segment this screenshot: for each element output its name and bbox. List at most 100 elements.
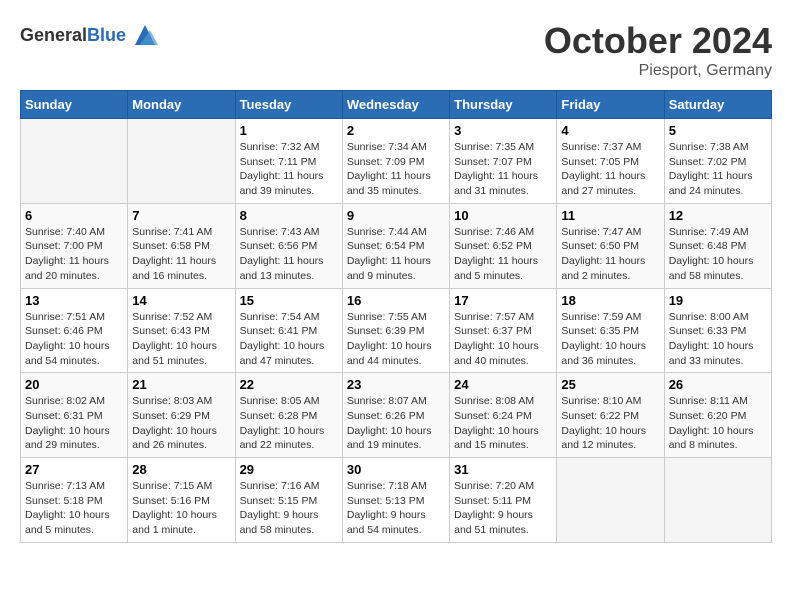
calendar-cell: 4 Sunrise: 7:37 AM Sunset: 7:05 PM Daylig…	[557, 119, 664, 204]
calendar-cell: 17Sunrise: 7:57 AM Sunset: 6:37 PM Dayli…	[450, 288, 557, 373]
page-header: GeneralBlue October 2024 Piesport, Germa…	[20, 20, 772, 80]
calendar-cell: 18 Sunrise: 7:59 AM Sunset: 6:35 PM Dayli…	[557, 288, 664, 373]
day-info: Sunrise: 7:34 AM Sunset: 7:09 PM Dayligh…	[347, 140, 445, 199]
day-info: Sunrise: 7:16 AM Sunset: 5:15 PM Dayligh…	[240, 479, 338, 538]
day-number: 26	[669, 377, 767, 392]
weekday-header: Sunday	[21, 91, 128, 119]
day-info: Sunrise: 7:38 AM Sunset: 7:02 PM Dayligh…	[669, 140, 767, 199]
day-number: 21	[132, 377, 230, 392]
calendar-week-row: 1Sunrise: 7:32 AM Sunset: 7:11 PM Daylig…	[21, 119, 772, 204]
month-title: October 2024	[544, 20, 772, 62]
calendar-cell: 25 Sunrise: 8:10 AM Sunset: 6:22 PM Dayli…	[557, 373, 664, 458]
day-number: 4	[561, 123, 659, 138]
calendar-cell: 19 Sunrise: 8:00 AM Sunset: 6:33 PM Dayli…	[664, 288, 771, 373]
day-info: Sunrise: 7:32 AM Sunset: 7:11 PM Dayligh…	[240, 140, 338, 199]
calendar-cell: 3Sunrise: 7:35 AM Sunset: 7:07 PM Daylig…	[450, 119, 557, 204]
day-info: Sunrise: 8:10 AM Sunset: 6:22 PM Dayligh…	[561, 394, 659, 453]
day-number: 25	[561, 377, 659, 392]
day-info: Sunrise: 7:49 AM Sunset: 6:48 PM Dayligh…	[669, 225, 767, 284]
calendar-week-row: 20Sunrise: 8:02 AM Sunset: 6:31 PM Dayli…	[21, 373, 772, 458]
day-info: Sunrise: 8:07 AM Sunset: 6:26 PM Dayligh…	[347, 394, 445, 453]
calendar-cell: 28 Sunrise: 7:15 AM Sunset: 5:16 PM Dayli…	[128, 458, 235, 543]
day-info: Sunrise: 8:00 AM Sunset: 6:33 PM Dayligh…	[669, 310, 767, 369]
day-number: 30	[347, 462, 445, 477]
weekday-header: Wednesday	[342, 91, 449, 119]
day-number: 16	[347, 293, 445, 308]
day-number: 5	[669, 123, 767, 138]
day-number: 11	[561, 208, 659, 223]
logo: GeneralBlue	[20, 20, 160, 50]
calendar-week-row: 13Sunrise: 7:51 AM Sunset: 6:46 PM Dayli…	[21, 288, 772, 373]
calendar-cell: 14 Sunrise: 7:52 AM Sunset: 6:43 PM Dayli…	[128, 288, 235, 373]
day-info: Sunrise: 7:13 AM Sunset: 5:18 PM Dayligh…	[25, 479, 123, 538]
day-info: Sunrise: 7:52 AM Sunset: 6:43 PM Dayligh…	[132, 310, 230, 369]
logo-icon	[130, 20, 160, 50]
calendar-cell: 20Sunrise: 8:02 AM Sunset: 6:31 PM Dayli…	[21, 373, 128, 458]
calendar-cell: 13Sunrise: 7:51 AM Sunset: 6:46 PM Dayli…	[21, 288, 128, 373]
day-number: 29	[240, 462, 338, 477]
day-info: Sunrise: 7:15 AM Sunset: 5:16 PM Dayligh…	[132, 479, 230, 538]
calendar-cell: 27 Sunrise: 7:13 AM Sunset: 5:18 PM Dayli…	[21, 458, 128, 543]
logo-general: General	[20, 25, 87, 45]
weekday-header-row: SundayMondayTuesdayWednesdayThursdayFrid…	[21, 91, 772, 119]
weekday-header: Thursday	[450, 91, 557, 119]
day-number: 18	[561, 293, 659, 308]
calendar-cell: 2 Sunrise: 7:34 AM Sunset: 7:09 PM Daylig…	[342, 119, 449, 204]
day-number: 31	[454, 462, 552, 477]
day-info: Sunrise: 7:41 AM Sunset: 6:58 PM Dayligh…	[132, 225, 230, 284]
day-number: 22	[240, 377, 338, 392]
day-number: 7	[132, 208, 230, 223]
location: Piesport, Germany	[544, 62, 772, 80]
day-info: Sunrise: 7:59 AM Sunset: 6:35 PM Dayligh…	[561, 310, 659, 369]
day-number: 19	[669, 293, 767, 308]
calendar-cell: 5 Sunrise: 7:38 AM Sunset: 7:02 PM Daylig…	[664, 119, 771, 204]
calendar-cell: 7 Sunrise: 7:41 AM Sunset: 6:58 PM Daylig…	[128, 203, 235, 288]
day-number: 15	[240, 293, 338, 308]
weekday-header: Monday	[128, 91, 235, 119]
calendar-cell	[557, 458, 664, 543]
day-info: Sunrise: 7:40 AM Sunset: 7:00 PM Dayligh…	[25, 225, 123, 284]
day-info: Sunrise: 7:20 AM Sunset: 5:11 PM Dayligh…	[454, 479, 552, 538]
calendar-cell: 29 Sunrise: 7:16 AM Sunset: 5:15 PM Dayli…	[235, 458, 342, 543]
day-number: 23	[347, 377, 445, 392]
day-info: Sunrise: 8:03 AM Sunset: 6:29 PM Dayligh…	[132, 394, 230, 453]
calendar-cell	[128, 119, 235, 204]
calendar-cell: 22Sunrise: 8:05 AM Sunset: 6:28 PM Dayli…	[235, 373, 342, 458]
day-info: Sunrise: 7:55 AM Sunset: 6:39 PM Dayligh…	[347, 310, 445, 369]
weekday-header: Saturday	[664, 91, 771, 119]
logo-blue: Blue	[87, 25, 126, 45]
day-number: 27	[25, 462, 123, 477]
day-number: 17	[454, 293, 552, 308]
weekday-header: Tuesday	[235, 91, 342, 119]
calendar-cell	[664, 458, 771, 543]
calendar-cell: 11Sunrise: 7:47 AM Sunset: 6:50 PM Dayli…	[557, 203, 664, 288]
day-info: Sunrise: 7:46 AM Sunset: 6:52 PM Dayligh…	[454, 225, 552, 284]
calendar-cell: 16 Sunrise: 7:55 AM Sunset: 6:39 PM Dayli…	[342, 288, 449, 373]
calendar-cell: 26 Sunrise: 8:11 AM Sunset: 6:20 PM Dayli…	[664, 373, 771, 458]
calendar-cell: 31 Sunrise: 7:20 AM Sunset: 5:11 PM Dayli…	[450, 458, 557, 543]
day-number: 20	[25, 377, 123, 392]
calendar-cell: 15 Sunrise: 7:54 AM Sunset: 6:41 PM Dayli…	[235, 288, 342, 373]
day-number: 28	[132, 462, 230, 477]
day-info: Sunrise: 7:18 AM Sunset: 5:13 PM Dayligh…	[347, 479, 445, 538]
day-number: 10	[454, 208, 552, 223]
calendar-cell: 24Sunrise: 8:08 AM Sunset: 6:24 PM Dayli…	[450, 373, 557, 458]
day-info: Sunrise: 7:35 AM Sunset: 7:07 PM Dayligh…	[454, 140, 552, 199]
day-info: Sunrise: 7:37 AM Sunset: 7:05 PM Dayligh…	[561, 140, 659, 199]
calendar-cell: 10 Sunrise: 7:46 AM Sunset: 6:52 PM Dayli…	[450, 203, 557, 288]
day-number: 2	[347, 123, 445, 138]
calendar-cell: 21 Sunrise: 8:03 AM Sunset: 6:29 PM Dayli…	[128, 373, 235, 458]
calendar-cell: 12Sunrise: 7:49 AM Sunset: 6:48 PM Dayli…	[664, 203, 771, 288]
day-info: Sunrise: 7:51 AM Sunset: 6:46 PM Dayligh…	[25, 310, 123, 369]
day-number: 14	[132, 293, 230, 308]
title-section: October 2024 Piesport, Germany	[544, 20, 772, 80]
calendar-cell: 30 Sunrise: 7:18 AM Sunset: 5:13 PM Dayli…	[342, 458, 449, 543]
day-info: Sunrise: 7:54 AM Sunset: 6:41 PM Dayligh…	[240, 310, 338, 369]
day-info: Sunrise: 7:44 AM Sunset: 6:54 PM Dayligh…	[347, 225, 445, 284]
weekday-header: Friday	[557, 91, 664, 119]
day-number: 9	[347, 208, 445, 223]
day-info: Sunrise: 8:11 AM Sunset: 6:20 PM Dayligh…	[669, 394, 767, 453]
calendar-cell: 8Sunrise: 7:43 AM Sunset: 6:56 PM Daylig…	[235, 203, 342, 288]
day-number: 8	[240, 208, 338, 223]
calendar-week-row: 6Sunrise: 7:40 AM Sunset: 7:00 PM Daylig…	[21, 203, 772, 288]
